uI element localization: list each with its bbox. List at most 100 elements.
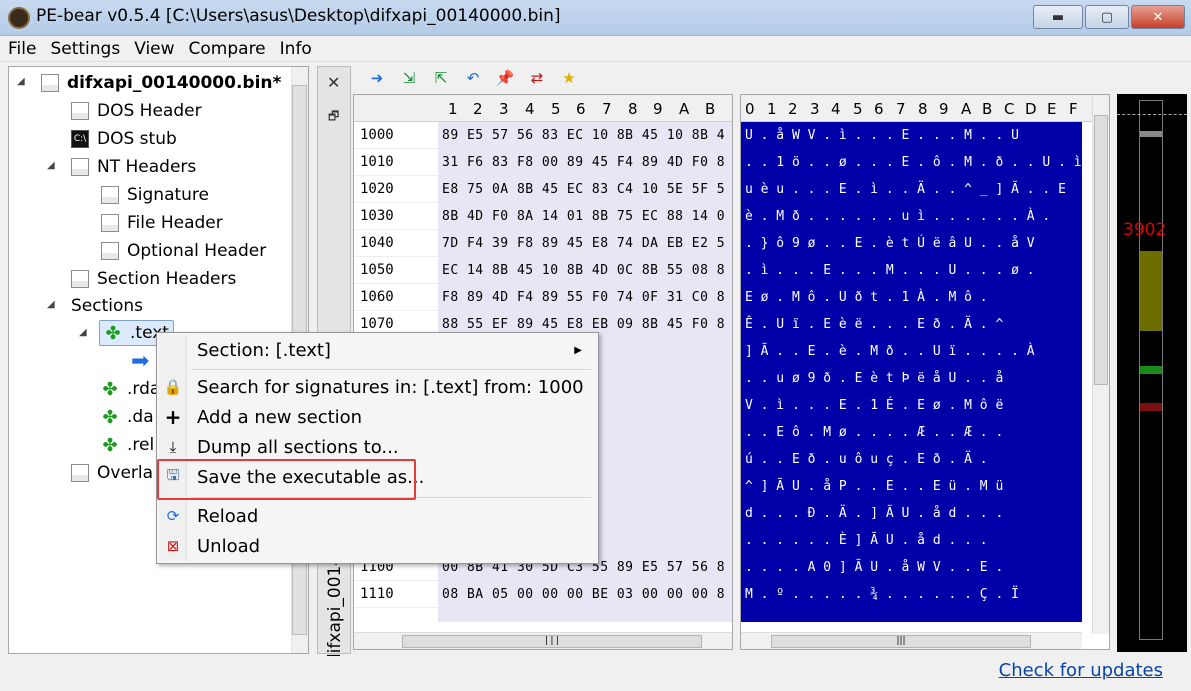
close-tab-icon[interactable]: ✕ xyxy=(327,73,340,92)
highlight-annotation xyxy=(157,459,416,500)
menu-info[interactable]: Info xyxy=(280,39,312,59)
ascii-row[interactable]: . . . . . . È ] Ã U . å d . . . xyxy=(741,527,1082,554)
arrow-right-icon[interactable]: ➜ xyxy=(368,69,386,87)
ascii-text[interactable]: U . å W V . ì . . . E . . . M . . U . . … xyxy=(741,122,1082,622)
hex-row[interactable]: E8 75 0A 8B 45 EC 83 C4 10 5E 5F 5 xyxy=(438,176,732,203)
ascii-row[interactable]: . ì . . . E . . . M . . . U . . . ø . xyxy=(741,257,1082,284)
collapse-arrow-icon[interactable]: ◢ xyxy=(17,76,25,87)
ascii-row[interactable]: . . u ø 9 ð . E è t Þ ë å U . . å xyxy=(741,365,1082,392)
menu-item-section[interactable]: Section: [.text] ▶ xyxy=(159,335,596,365)
document-icon xyxy=(71,102,89,120)
tree-item-section-headers[interactable]: Section Headers xyxy=(71,266,236,292)
ascii-row[interactable]: E ø . M ô . U ð t . 1 À . M ô . xyxy=(741,284,1082,311)
menu-item-unload[interactable]: ⊠ Unload xyxy=(159,531,596,561)
close-button[interactable]: ✕ xyxy=(1131,5,1185,29)
tree-item-section-data[interactable]: ✤ .da xyxy=(101,404,153,430)
hex-row[interactable]: 08 BA 05 00 00 00 BE 03 00 00 00 8 xyxy=(438,581,732,608)
ascii-row[interactable]: u è u . . . E . ì . . Ä . . ^ _ ] Ã . . … xyxy=(741,176,1082,203)
menu-settings[interactable]: Settings xyxy=(50,39,120,59)
menu-file[interactable]: File xyxy=(8,39,36,59)
ascii-row[interactable]: d . . . Ð . Ä . ] Ã U . å d . . . xyxy=(741,500,1082,527)
hex-row[interactable]: 7D F4 39 F8 89 45 E8 74 DA EB E2 5 xyxy=(438,230,732,257)
pin-icon[interactable]: 📌 xyxy=(496,69,515,87)
tree-item-nt-headers[interactable]: NT Headers xyxy=(71,154,196,180)
file-map-bar[interactable] xyxy=(1139,100,1163,640)
hex-toolbar: ➜ ⇲ ⇱ ↶ 📌 ⇄ ★ xyxy=(356,66,1116,90)
reload-icon: ⟳ xyxy=(166,507,180,525)
unload-icon: ⊠ xyxy=(166,537,180,555)
ascii-row[interactable]: . . 1 ö . . ø . . . E . ô . M . ð . . U … xyxy=(741,149,1082,176)
ascii-view[interactable]: 0 1 2 3 4 5 6 7 8 9 A B C D E F U . å W … xyxy=(740,94,1110,650)
hex-row[interactable]: 31 F6 83 F8 00 89 45 F4 89 4D F0 8 xyxy=(438,149,732,176)
hex-row[interactable]: EC 14 8B 45 10 8B 4D 0C 8B 55 08 8 xyxy=(438,257,732,284)
minimize-button[interactable]: ▬ xyxy=(1033,5,1083,29)
menu-compare[interactable]: Compare xyxy=(189,39,266,59)
tree-item-sections[interactable]: Sections xyxy=(71,293,143,319)
ascii-vscroll-thumb[interactable] xyxy=(1094,115,1108,385)
restore-icon[interactable]: 🗗 xyxy=(328,107,339,128)
collapse-arrow-icon[interactable]: ◢ xyxy=(47,160,55,171)
hex-row[interactable]: 8B 4D F0 8A 14 01 8B 75 EC 88 14 0 xyxy=(438,203,732,230)
hex-row[interactable]: F8 89 4D F4 89 55 F0 74 0F 31 C0 8 xyxy=(438,284,732,311)
tree-item-signature[interactable]: Signature xyxy=(101,182,209,208)
star-icon[interactable]: ★ xyxy=(560,69,578,87)
ascii-row[interactable]: M . º . . . . . ¾ . . . . . . Ç . Ï xyxy=(741,581,1082,608)
ascii-row[interactable]: ] Ã . . E . è . M ð . . U ï . . . . À xyxy=(741,338,1082,365)
ascii-row[interactable]: ú . . E ð . u ô u ç . E ð . Ä . xyxy=(741,446,1082,473)
maximize-button[interactable]: ▢ xyxy=(1085,5,1129,29)
ascii-row[interactable]: . . E ô . M ø . . . . Æ . . Æ . . xyxy=(741,419,1082,446)
document-icon xyxy=(71,158,89,176)
console-icon: C:\ xyxy=(71,130,89,148)
map-offset-label: 3902 xyxy=(1123,220,1167,240)
menu-item-dump-sections[interactable]: ⤓ Dump all sections to... xyxy=(159,432,596,462)
menu-view[interactable]: View xyxy=(134,39,174,59)
ascii-row[interactable]: Ê . U ï . E è ë . . . E ð . Ä . ^ xyxy=(741,311,1082,338)
ascii-vscrollbar[interactable] xyxy=(1092,95,1109,634)
menu-item-add-section[interactable]: + Add a new section xyxy=(159,402,596,432)
entry-point-arrow-icon[interactable]: ➡ xyxy=(131,348,149,374)
ascii-hscroll-thumb[interactable]: ||| xyxy=(771,635,1031,648)
map-marker-code xyxy=(1140,251,1162,331)
ascii-hscrollbar[interactable]: ||| xyxy=(741,632,1082,649)
ascii-row[interactable]: è . M ð . . . . . . u ì . . . . . . À . xyxy=(741,203,1082,230)
status-bar: Check for updates xyxy=(0,656,1191,691)
puzzle-icon: ✤ xyxy=(102,434,118,456)
tree-item-optional-header[interactable]: Optional Header xyxy=(101,238,266,264)
ascii-row[interactable]: . } ô 9 ø . . E . è t Ú ë â U . . å V xyxy=(741,230,1082,257)
ascii-row[interactable]: . . . . A 0 ] Ã U . å W V . . E . xyxy=(741,554,1082,581)
hex-hscroll-thumb[interactable]: ||| xyxy=(402,635,702,648)
download-icon: ⤓ xyxy=(169,438,177,456)
menu-item-reload[interactable]: ⟳ Reload xyxy=(159,501,596,531)
tree-item-file-header[interactable]: File Header xyxy=(101,210,223,236)
tree-item-section-reloc[interactable]: ✤ .rel xyxy=(101,432,154,458)
tree-item-dos-stub[interactable]: C:\ DOS stub xyxy=(71,126,177,152)
lock-icon: 🔒 xyxy=(163,378,183,396)
export-icon[interactable]: ⇱ xyxy=(432,69,450,87)
undo-icon[interactable]: ↶ xyxy=(464,69,482,87)
file-map[interactable]: 3902 xyxy=(1117,94,1187,652)
check-updates-link[interactable]: Check for updates xyxy=(999,660,1163,681)
tree-item-dos-header[interactable]: DOS Header xyxy=(71,98,202,124)
hex-row[interactable]: 89 E5 57 56 83 EC 10 8B 45 10 8B 4 xyxy=(438,122,732,149)
menu-item-search-signatures[interactable]: 🔒 Search for signatures in: [.text] from… xyxy=(159,372,596,402)
ascii-row[interactable]: U . å W V . ì . . . E . . . M . . U xyxy=(741,122,1082,149)
collapse-arrow-icon[interactable]: ◢ xyxy=(79,327,87,338)
document-icon xyxy=(101,214,119,232)
map-position-line xyxy=(1117,114,1187,115)
puzzle-icon: ✤ xyxy=(105,322,121,344)
ascii-row[interactable]: V . ì . . . E . 1 É . E ø . M ô ë xyxy=(741,392,1082,419)
tree-root-file[interactable]: difxapi_00140000.bin* xyxy=(41,70,281,96)
ascii-column-header: 0 1 2 3 4 5 6 7 8 9 A B C D E F xyxy=(741,95,1094,122)
tree-item-section-rdata[interactable]: ✤ .rda xyxy=(101,376,160,402)
pe-file-icon xyxy=(41,74,59,92)
collapse-arrow-icon[interactable]: ◢ xyxy=(47,299,55,310)
ascii-row[interactable]: ^ ] Ã U . å P . . E . . E ü . M ü xyxy=(741,473,1082,500)
go-to-icon[interactable]: ⇲ xyxy=(400,69,418,87)
hex-hscrollbar[interactable]: ||| xyxy=(354,632,732,649)
compare-icon[interactable]: ⇄ xyxy=(528,69,546,87)
title-bar: PE-bear v0.5.4 [C:\Users\asus\Desktop\di… xyxy=(0,0,1191,36)
document-icon xyxy=(71,464,89,482)
pe-bear-logo-icon xyxy=(8,7,30,29)
tree-item-overlay[interactable]: Overla xyxy=(71,460,153,486)
menu-separator xyxy=(191,369,591,370)
